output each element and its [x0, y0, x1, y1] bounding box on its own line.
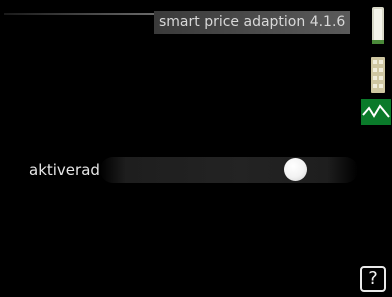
help-icon: ? [368, 268, 378, 289]
status-curve-icon[interactable] [361, 99, 391, 125]
page-title: smart price adaption 4.1.6 [159, 14, 346, 30]
setting-label: aktiverad [29, 161, 100, 179]
setting-row[interactable]: aktiverad [0, 153, 360, 187]
screen: smart price adaption 4.1.6 aktiverad ? [0, 0, 392, 297]
help-button[interactable]: ? [360, 266, 386, 292]
toggle-knob[interactable] [284, 158, 307, 181]
heating-icon[interactable] [368, 56, 388, 94]
hot-water-icon[interactable] [368, 6, 388, 46]
header-line [4, 13, 154, 15]
toggle-track[interactable] [100, 157, 358, 183]
